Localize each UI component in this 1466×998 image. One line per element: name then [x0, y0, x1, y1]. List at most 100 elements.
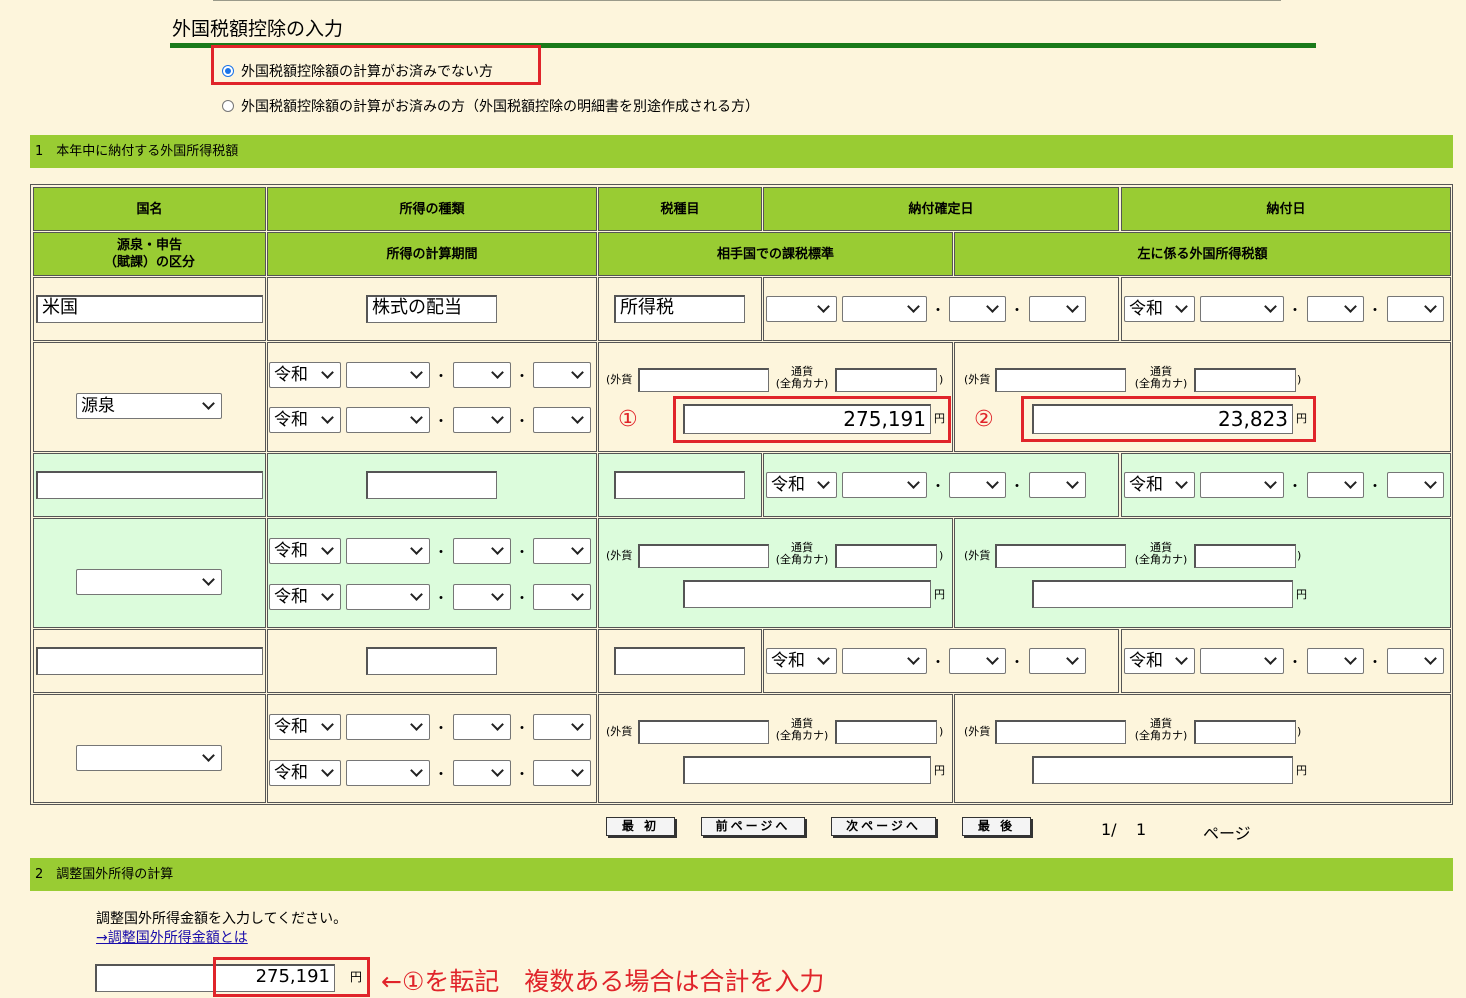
currency-name-label: 通貨 (全角カナ) — [775, 717, 829, 742]
first-page-button[interactable]: 最 初 — [606, 817, 675, 836]
period-end-era-select[interactable]: 令和 — [269, 760, 341, 786]
currency-name-input[interactable] — [835, 368, 937, 392]
period-start-year-select[interactable] — [346, 714, 430, 740]
category-select[interactable]: 源泉 — [76, 393, 222, 419]
foreign-currency-amount-input[interactable] — [638, 368, 769, 392]
adjusted-income-help-link[interactable]: →調整国外所得金額とは — [96, 927, 248, 947]
pay-year-select[interactable] — [1200, 472, 1284, 498]
pay-confirm-day-select[interactable] — [1029, 648, 1086, 674]
period-start-era-select[interactable]: 令和 — [269, 538, 341, 564]
pay-month-select[interactable] — [1307, 648, 1364, 674]
chevron-down-icon — [410, 718, 423, 731]
prev-page-button[interactable]: 前ページへ — [701, 817, 805, 836]
period-end-month-select[interactable] — [453, 584, 511, 610]
foreign-currency-amount-input[interactable] — [638, 720, 769, 744]
category-select[interactable] — [76, 569, 222, 595]
tax-item-input[interactable] — [614, 471, 745, 499]
currency-name-input[interactable] — [1194, 720, 1296, 744]
period-end-day-select[interactable] — [533, 584, 591, 610]
separator-dot: ・ — [434, 591, 448, 607]
period-start-month-select[interactable] — [453, 714, 511, 740]
chevron-down-icon — [1424, 476, 1437, 489]
period-end-year-select[interactable] — [346, 760, 430, 786]
taxable-base-input[interactable] — [683, 756, 931, 784]
pay-era-select[interactable]: 令和 — [1124, 648, 1195, 674]
period-start-era-select[interactable]: 令和 — [269, 362, 341, 388]
period-start-year-select[interactable] — [346, 362, 430, 388]
pay-month-select[interactable] — [1307, 472, 1364, 498]
foreign-currency-label: (外貨 — [964, 725, 991, 738]
pay-confirm-day-select[interactable] — [1029, 472, 1086, 498]
pay-confirm-year-select[interactable] — [842, 472, 927, 498]
tax-item-input[interactable] — [614, 647, 745, 675]
separator-dot: ・ — [434, 767, 448, 783]
country-input[interactable]: 米国 — [36, 295, 263, 323]
pay-era-select[interactable]: 令和 — [1124, 296, 1195, 322]
period-end-year-select[interactable] — [346, 584, 430, 610]
category-select[interactable] — [76, 745, 222, 771]
chevron-down-icon — [1344, 300, 1357, 313]
tax-item-input[interactable]: 所得税 — [614, 295, 745, 323]
pay-year-select[interactable] — [1200, 296, 1284, 322]
separator-dot: ・ — [515, 591, 529, 607]
pay-confirm-month-select[interactable] — [949, 472, 1006, 498]
foreign-currency-label: (外貨 — [606, 373, 633, 386]
pay-confirm-month-select[interactable] — [949, 296, 1006, 322]
foreign-currency-amount-input[interactable] — [995, 544, 1126, 568]
period-end-month-select[interactable] — [453, 760, 511, 786]
taxable-base-input[interactable] — [683, 580, 931, 608]
pay-confirm-month-select[interactable] — [949, 648, 1006, 674]
pay-confirm-day-select[interactable] — [1029, 296, 1086, 322]
pay-month-select[interactable] — [1307, 296, 1364, 322]
radio-button[interactable] — [222, 100, 234, 112]
next-page-button[interactable]: 次ページへ — [831, 817, 936, 836]
period-end-month-select[interactable] — [453, 407, 511, 433]
pay-day-select[interactable] — [1387, 648, 1444, 674]
country-input[interactable] — [36, 647, 263, 675]
pay-day-select[interactable] — [1387, 296, 1444, 322]
pay-era-select[interactable]: 令和 — [1124, 472, 1195, 498]
country-input[interactable] — [36, 471, 263, 499]
currency-name-input[interactable] — [835, 720, 937, 744]
income-type-input[interactable]: 株式の配当 — [366, 295, 497, 323]
separator-dot: ・ — [515, 369, 529, 385]
period-start-month-select[interactable] — [453, 362, 511, 388]
period-start-month-select[interactable] — [453, 538, 511, 564]
radio-calculated[interactable]: 外国税額控除額の計算がお済みの方（外国税額控除の明細書を別途作成される方） — [222, 96, 759, 116]
chevron-down-icon — [202, 749, 215, 762]
foreign-tax-input[interactable] — [1032, 756, 1293, 784]
last-page-button[interactable]: 最 後 — [962, 817, 1031, 836]
income-type-input[interactable] — [366, 471, 497, 499]
period-end-day-select[interactable] — [533, 760, 591, 786]
pay-confirm-era-select[interactable]: 令和 — [766, 648, 837, 674]
currency-name-input[interactable] — [1194, 544, 1296, 568]
period-end-day-select[interactable] — [533, 407, 591, 433]
period-start-day-select[interactable] — [533, 538, 591, 564]
separator-dot: ・ — [515, 414, 529, 430]
period-start-day-select[interactable] — [533, 714, 591, 740]
currency-name-input[interactable] — [835, 544, 937, 568]
period-start-day-select[interactable] — [533, 362, 591, 388]
period-start-year-select[interactable] — [346, 538, 430, 564]
pay-year-select[interactable] — [1200, 648, 1284, 674]
income-type-input[interactable] — [366, 647, 497, 675]
pay-confirm-year-select[interactable] — [842, 296, 927, 322]
pay-confirm-era-select[interactable]: 令和 — [766, 472, 837, 498]
period-end-year-select[interactable] — [346, 407, 430, 433]
foreign-currency-amount-input[interactable] — [995, 720, 1126, 744]
period-end-era-select[interactable]: 令和 — [269, 584, 341, 610]
pay-confirm-era-select[interactable] — [766, 296, 837, 322]
period-end-era-select[interactable]: 令和 — [269, 407, 341, 433]
foreign-tax-input[interactable] — [1032, 580, 1293, 608]
separator-dot: ・ — [931, 655, 945, 671]
foreign-currency-amount-input[interactable] — [638, 544, 769, 568]
pay-confirm-year-select[interactable] — [842, 648, 927, 674]
period-start-era-select[interactable]: 令和 — [269, 714, 341, 740]
top-divider — [213, 0, 1281, 1]
currency-name-input[interactable] — [1194, 368, 1296, 392]
foreign-currency-amount-input[interactable] — [995, 368, 1126, 392]
chevron-down-icon — [571, 718, 584, 731]
foreign-currency-label: (外貨 — [964, 549, 991, 562]
cell — [267, 342, 597, 452]
pay-day-select[interactable] — [1387, 472, 1444, 498]
